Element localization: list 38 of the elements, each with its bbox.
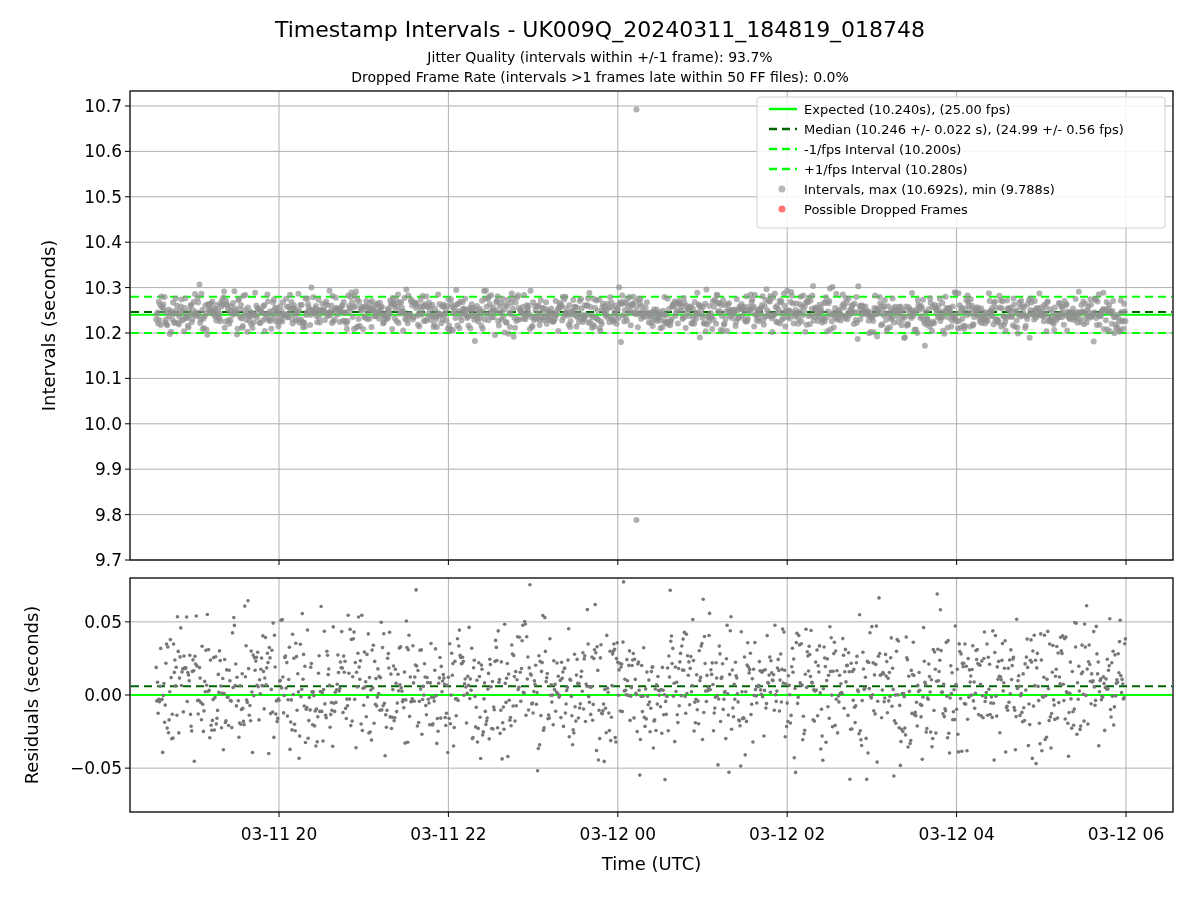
- tick-label: 9.8: [94, 504, 122, 525]
- tick-label: 03-12 04: [918, 824, 995, 844]
- tick-label: 0.00: [84, 685, 122, 705]
- tick-label: 0.05: [84, 611, 122, 632]
- tick-label: 10.7: [84, 96, 122, 116]
- tick-label: 03-12 00: [579, 824, 656, 844]
- tick-label: 03-11 22: [410, 824, 487, 844]
- axis-label: Time (UTC): [601, 853, 702, 874]
- legend-label: +1/fps Interval (10.280s): [804, 162, 968, 177]
- tick-label: 9.9: [94, 459, 122, 480]
- tick-label: 10.5: [84, 186, 122, 207]
- tick-label: 03-12 02: [749, 824, 826, 844]
- axis-label: Intervals (seconds): [38, 239, 59, 412]
- axis-label: Residuals (seconds): [21, 605, 42, 785]
- tick-label: 10.6: [84, 141, 122, 162]
- tick-label: 10.4: [84, 232, 122, 253]
- legend-label: Median (10.246 +/- 0.022 s), (24.99 +/- 0.56 fps): [804, 122, 1124, 137]
- tick-label: 10.1: [84, 368, 122, 389]
- tick-label: 10.0: [84, 413, 122, 434]
- line-swatch-icon: [769, 107, 797, 111]
- legend-label: Expected (10.240s), (25.00 fps): [804, 102, 1011, 117]
- tick-label: 10.2: [84, 323, 122, 343]
- legend-label: Intervals, max (10.692s), min (9.788s): [804, 182, 1055, 197]
- chart-subtitle: Jitter Quality (intervals within +/-1 frame): 93.7%: [427, 49, 773, 65]
- chart-subtitle: Dropped Frame Rate (intervals >1 frames late within 50 FF files): 0.0%: [351, 69, 849, 85]
- tick-label: 10.3: [84, 277, 122, 298]
- dot-swatch-icon: [778, 205, 786, 213]
- tick-label: −0.05: [69, 758, 122, 779]
- tick-label: 9.7: [94, 550, 122, 570]
- line-swatch-icon: [769, 167, 797, 171]
- line-swatch-icon: [769, 147, 797, 151]
- legend-label: -1/fps Interval (10.200s): [804, 142, 962, 157]
- legend-label: Possible Dropped Frames: [804, 202, 968, 217]
- dot-swatch-icon: [778, 185, 786, 193]
- tick-label: 03-12 06: [1087, 824, 1165, 844]
- tick-label: 03-11 20: [240, 824, 318, 844]
- line-swatch-icon: [769, 127, 797, 131]
- chart-title: Timestamp Intervals - UK009Q_20240311_184819_018748: [274, 17, 926, 42]
